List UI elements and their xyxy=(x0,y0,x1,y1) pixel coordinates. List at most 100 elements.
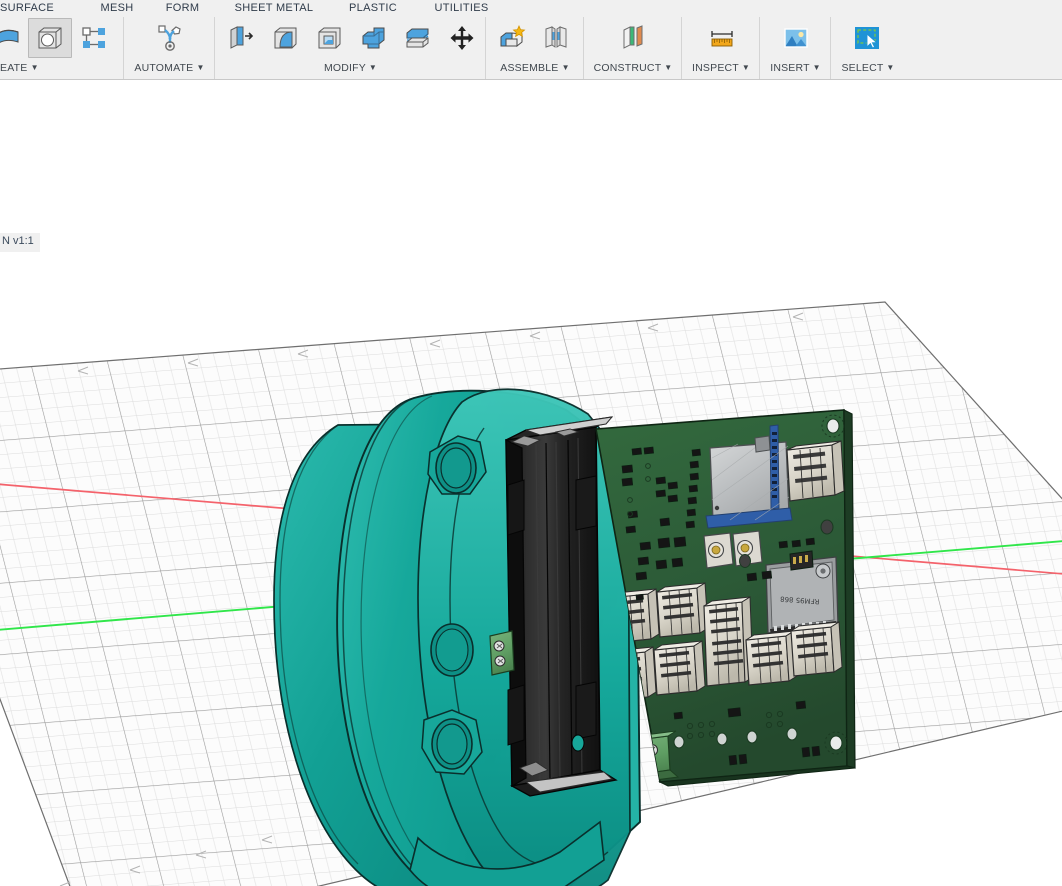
chevron-down-icon: ▼ xyxy=(812,63,821,72)
new-component-button[interactable] xyxy=(490,18,534,58)
press-pull-button[interactable] xyxy=(220,18,264,58)
ribbon-toolbar: SURFACE MESH FORM SHEET METAL PLASTIC UT… xyxy=(0,0,1062,80)
connector-housing xyxy=(653,640,706,696)
panel-insert-label[interactable]: INSERT ▼ xyxy=(761,62,830,74)
pattern-icon xyxy=(82,27,105,48)
chevron-down-icon: ▼ xyxy=(741,63,750,72)
move-copy-icon xyxy=(450,26,474,50)
connector-housing xyxy=(656,582,709,638)
measure-icon xyxy=(711,31,733,47)
fillet-button[interactable] xyxy=(264,18,308,58)
insert-image-icon xyxy=(784,28,808,48)
panel-assemble: ASSEMBLE ▼ xyxy=(487,17,584,79)
chevron-down-icon: ▼ xyxy=(886,63,895,72)
panel-automate-label[interactable]: AUTOMATE ▼ xyxy=(125,62,214,74)
patch-surface-icon xyxy=(0,29,19,43)
chevron-down-icon: ▼ xyxy=(368,63,378,72)
panel-select-label[interactable]: SELECT ▼ xyxy=(832,62,904,74)
combine-icon xyxy=(362,27,385,49)
automate-generative-button[interactable] xyxy=(148,18,192,58)
panel-select-icons xyxy=(845,19,889,57)
panel-assemble-icons xyxy=(490,19,578,57)
shell-icon xyxy=(318,27,341,49)
connector-top-right xyxy=(786,440,845,502)
panel-inspect-label[interactable]: INSPECT ▼ xyxy=(683,62,759,74)
panel-inspect: INSPECT ▼ xyxy=(683,17,760,79)
panel-automate-label-text: AUTOMATE xyxy=(134,62,194,74)
offset-plane-icon xyxy=(623,25,643,49)
panel-inspect-label-text: INSPECT xyxy=(692,62,739,74)
panel-construct-label[interactable]: CONSTRUCT ▼ xyxy=(585,62,681,74)
split-face-button[interactable] xyxy=(396,18,440,58)
chevron-down-icon: ▼ xyxy=(30,63,39,72)
shell-button[interactable] xyxy=(308,18,352,58)
panel-construct-icons xyxy=(611,19,655,57)
sensor-enclosure-assembly[interactable]: RFM95 868 xyxy=(273,388,856,886)
panel-insert: INSERT ▼ xyxy=(761,17,831,79)
panel-create: EATE ▼ xyxy=(0,17,124,79)
panel-construct-label-text: CONSTRUCT xyxy=(593,62,662,74)
tab-form[interactable]: FORM xyxy=(155,0,210,17)
panel-assemble-label-text: ASSEMBLE xyxy=(500,62,559,74)
tab-plastic-label: PLASTIC xyxy=(349,2,397,14)
panel-insert-icons xyxy=(774,19,818,57)
tab-plastic[interactable]: PLASTIC xyxy=(340,0,406,17)
panel-modify-label[interactable]: MODIFY ▼ xyxy=(216,62,485,74)
panel-select: SELECT ▼ xyxy=(832,17,904,79)
chevron-down-icon: ▼ xyxy=(664,63,673,72)
panel-select-label-text: SELECT xyxy=(841,62,884,74)
measure-button[interactable] xyxy=(700,18,744,58)
mounting-hole-middle xyxy=(430,623,474,677)
insert-image-button[interactable] xyxy=(774,18,818,58)
combine-button[interactable] xyxy=(352,18,396,58)
tab-surface-label: SURFACE xyxy=(0,2,55,14)
tab-mesh[interactable]: MESH xyxy=(86,0,148,17)
panel-create-label-text: EATE xyxy=(0,62,28,74)
panel-create-label[interactable]: EATE ▼ xyxy=(0,62,123,74)
chevron-down-icon: ▼ xyxy=(196,63,205,72)
split-face-icon xyxy=(406,28,429,48)
panel-modify: MODIFY ▼ xyxy=(216,17,486,79)
viewport-scene: RFM95 868 xyxy=(0,301,1062,886)
automate-generative-icon xyxy=(158,25,181,51)
joint-button[interactable] xyxy=(534,18,578,58)
panel-create-icons xyxy=(0,18,116,58)
connector-housing xyxy=(745,630,798,686)
panel-construct: CONSTRUCT ▼ xyxy=(585,17,682,79)
ribbon-panels: EATE ▼ AUTOMATE ▼ MODIFY ▼ ASSEMBLE ▼ CO… xyxy=(0,17,1062,79)
tab-utilities[interactable]: UTILITIES xyxy=(425,0,498,17)
side-terminal-block[interactable] xyxy=(489,630,515,676)
select-window-button[interactable] xyxy=(845,18,889,58)
panel-automate: AUTOMATE ▼ xyxy=(125,17,215,79)
fusion360-window: { "app": { "name": "Autodesk Fusion 360"… xyxy=(0,0,1062,886)
panel-insert-label-text: INSERT xyxy=(770,62,810,74)
pin-header xyxy=(789,550,814,571)
canvas-viewport[interactable]: RFM95 868 xyxy=(0,80,1062,886)
tab-form-label: FORM xyxy=(165,2,200,14)
boundary-fill-icon xyxy=(38,27,62,49)
pattern-button[interactable] xyxy=(72,18,116,58)
tab-utilities-label: UTILITIES xyxy=(434,2,489,14)
joint-icon xyxy=(545,26,567,48)
panel-assemble-label[interactable]: ASSEMBLE ▼ xyxy=(487,62,583,74)
fillet-icon xyxy=(274,27,297,49)
tab-sheet-metal-label: SHEET METAL xyxy=(234,2,314,14)
press-pull-icon xyxy=(230,26,254,49)
document-name-chip[interactable]: N v1:1 xyxy=(0,233,40,252)
move-copy-button[interactable] xyxy=(440,18,484,58)
tab-mesh-label: MESH xyxy=(100,2,134,14)
chevron-down-icon: ▼ xyxy=(561,63,570,72)
panel-inspect-icons xyxy=(700,19,744,57)
patch-surface-button[interactable] xyxy=(0,18,28,58)
new-component-icon xyxy=(500,25,526,48)
tab-surface[interactable]: SURFACE xyxy=(0,0,86,17)
boundary-fill-button[interactable] xyxy=(28,18,72,58)
document-name-text: N v1:1 xyxy=(2,235,34,247)
ribbon-tab-bar: SURFACE MESH FORM SHEET METAL PLASTIC UT… xyxy=(0,0,1062,17)
offset-plane-button[interactable] xyxy=(611,18,655,58)
select-window-icon xyxy=(855,27,879,49)
panel-automate-icons xyxy=(148,19,192,57)
panel-modify-icons xyxy=(220,19,484,57)
tab-sheet-metal[interactable]: SHEET METAL xyxy=(224,0,324,17)
panel-modify-label-text: MODIFY xyxy=(323,62,366,74)
